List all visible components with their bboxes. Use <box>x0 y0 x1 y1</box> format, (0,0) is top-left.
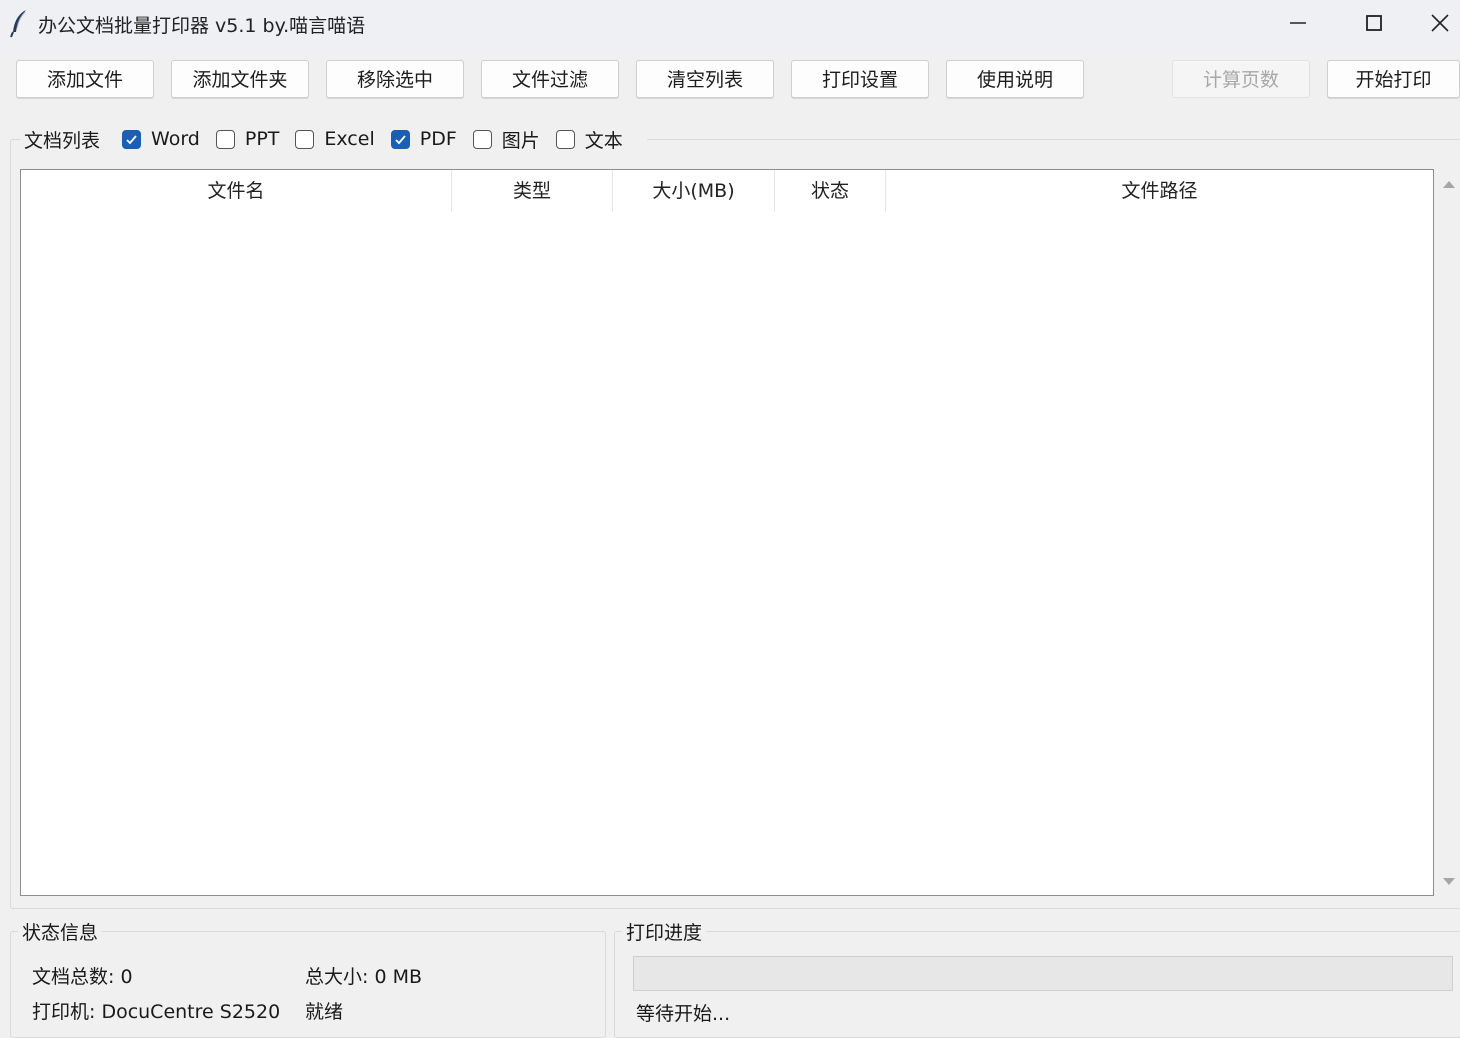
add-file-button[interactable]: 添加文件 <box>16 60 154 98</box>
file-table[interactable]: 文件名 类型 大小(MB) 状态 文件路径 <box>20 169 1434 896</box>
doc-list-title: 文档列表 <box>24 129 101 152</box>
minimize-icon <box>1290 22 1306 24</box>
table-header: 文件名 类型 大小(MB) 状态 文件路径 <box>21 170 1433 212</box>
checkbox-checked-icon <box>122 129 142 149</box>
printer-text: 打印机: DocuCentre S2520 <box>32 1001 281 1023</box>
filter-excel-checkbox[interactable]: Excel <box>295 128 375 150</box>
total-size-text: 总大小: 0 MB <box>305 966 422 988</box>
filter-excel-label: Excel <box>324 128 375 150</box>
filter-word-checkbox[interactable]: Word <box>122 128 200 150</box>
doc-count-text: 文档总数: 0 <box>32 966 133 988</box>
column-header-size[interactable]: 大小(MB) <box>613 170 775 212</box>
checkbox-unchecked-icon <box>295 129 315 149</box>
feather-icon <box>10 10 26 38</box>
minimize-button[interactable] <box>1268 0 1328 46</box>
progress-status-text: 等待开始... <box>636 1003 731 1025</box>
filter-pdf-checkbox[interactable]: PDF <box>390 128 457 150</box>
scroll-down-arrow-icon[interactable] <box>1442 876 1456 888</box>
checkbox-unchecked-icon <box>215 129 235 149</box>
checkbox-unchecked-icon <box>472 129 492 149</box>
maximize-button[interactable] <box>1344 0 1404 46</box>
checkbox-unchecked-icon <box>555 129 575 149</box>
scroll-up-arrow-icon[interactable] <box>1442 178 1456 190</box>
filter-image-checkbox[interactable]: 图片 <box>472 126 540 153</box>
print-settings-button[interactable]: 打印设置 <box>791 60 929 98</box>
table-scrollbar[interactable] <box>1438 170 1460 896</box>
filter-ppt-label: PPT <box>244 128 280 150</box>
filter-pdf-label: PDF <box>419 128 457 150</box>
filter-text-label: 文本 <box>584 129 623 152</box>
print-progress-title: 打印进度 <box>622 918 707 945</box>
maximize-icon <box>1366 15 1382 31</box>
column-header-filename[interactable]: 文件名 <box>21 170 452 212</box>
window-title: 办公文档批量打印器 v5.1 by.喵言喵语 <box>38 15 366 37</box>
column-header-type[interactable]: 类型 <box>452 170 613 212</box>
print-progress-bar <box>633 956 1453 991</box>
start-print-button[interactable]: 开始打印 <box>1327 60 1460 98</box>
clear-list-button[interactable]: 清空列表 <box>636 60 774 98</box>
filter-text-checkbox[interactable]: 文本 <box>555 126 623 153</box>
remove-selected-button[interactable]: 移除选中 <box>326 60 464 98</box>
count-pages-button[interactable]: 计算页数 <box>1172 60 1310 98</box>
file-filter-button[interactable]: 文件过滤 <box>481 60 619 98</box>
status-text: 就绪 <box>305 1001 344 1023</box>
filter-ppt-checkbox[interactable]: PPT <box>215 128 280 150</box>
add-folder-button[interactable]: 添加文件夹 <box>171 60 309 98</box>
filter-image-label: 图片 <box>501 129 540 152</box>
close-button[interactable] <box>1420 0 1460 46</box>
status-info-title: 状态信息 <box>18 918 103 945</box>
filter-word-label: Word <box>151 128 200 150</box>
checkbox-checked-icon <box>390 129 410 149</box>
column-header-status[interactable]: 状态 <box>775 170 886 212</box>
title-bar: 办公文档批量打印器 v5.1 by.喵言喵语 <box>0 0 1460 50</box>
close-icon <box>1431 14 1449 32</box>
doc-list-filter-row: 文档列表 Word PPT Excel PDF 图片 文本 <box>20 124 647 154</box>
usage-help-button[interactable]: 使用说明 <box>946 60 1084 98</box>
column-header-path[interactable]: 文件路径 <box>886 170 1433 212</box>
